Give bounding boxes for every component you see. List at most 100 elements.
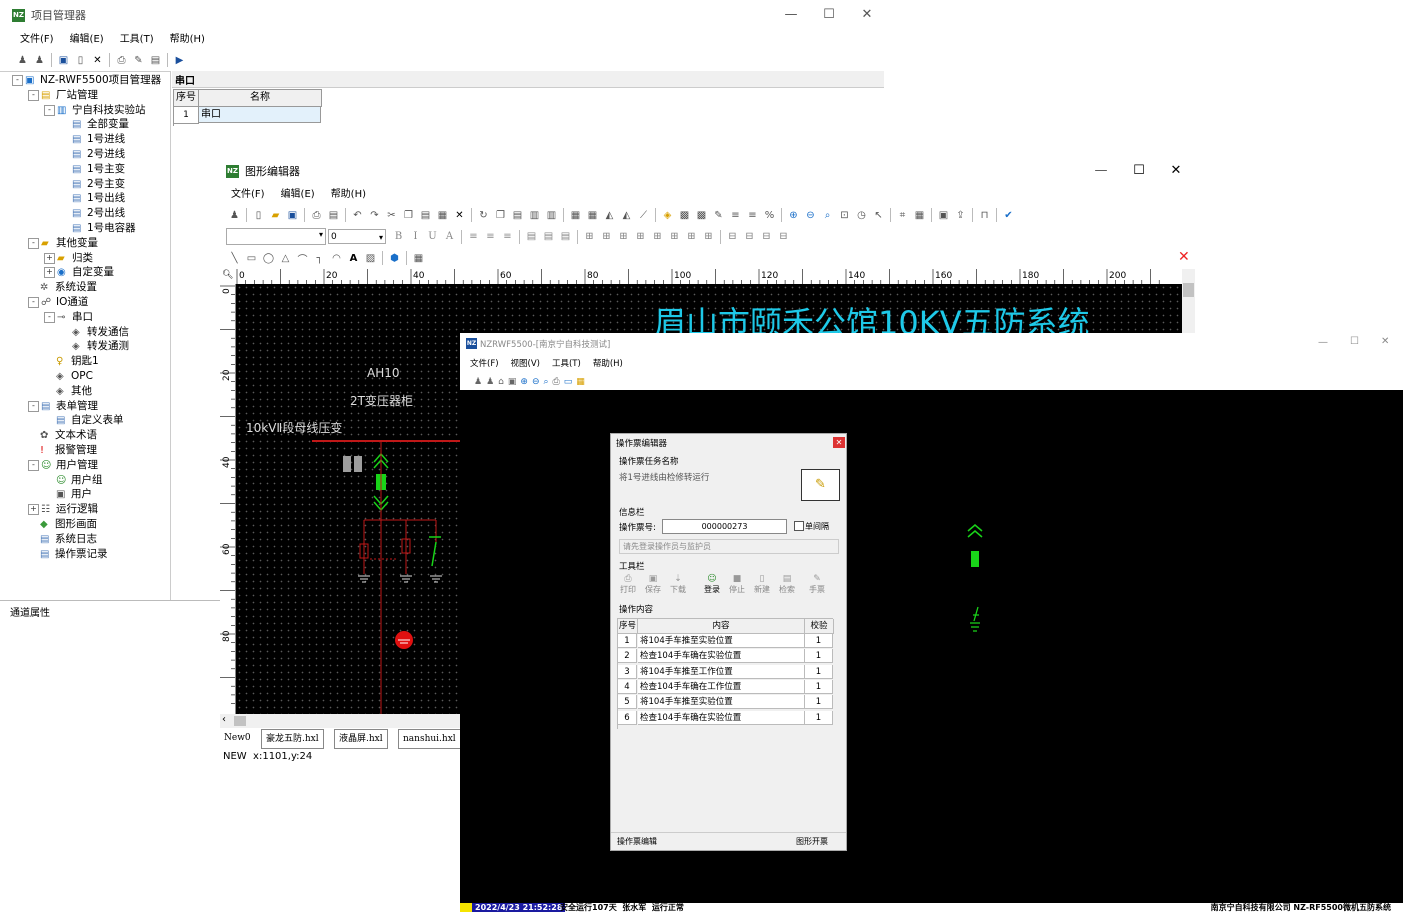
- font-color-icon[interactable]: A: [443, 230, 456, 243]
- tree-item[interactable]: - ▣ NZ-RWF5500项目管理器: [12, 73, 161, 88]
- minimize-button[interactable]: —: [1082, 157, 1120, 185]
- cut-icon[interactable]: ✂: [385, 209, 398, 222]
- color-icon[interactable]: ▩: [678, 209, 691, 222]
- tree-item[interactable]: ▣ 用户: [44, 487, 92, 502]
- tab-new0[interactable]: New0: [220, 729, 255, 747]
- tree-item[interactable]: ◆ 图形画面: [28, 517, 97, 532]
- close-button[interactable]: ✕: [1381, 336, 1389, 347]
- run-icon[interactable]: ▶: [173, 54, 186, 67]
- tree-item[interactable]: - ▤ 表单管理: [28, 399, 98, 414]
- table-cell[interactable]: 3: [618, 664, 637, 679]
- display-icon[interactable]: ▣: [508, 377, 517, 387]
- print-icon[interactable]: ⎙: [553, 377, 560, 387]
- menu-help[interactable]: 帮助(H): [323, 186, 374, 204]
- close-button[interactable]: ✕: [1157, 157, 1195, 185]
- collapse-icon[interactable]: -: [28, 297, 39, 308]
- zoom-fit-icon[interactable]: ⊡: [838, 209, 851, 222]
- group-icon[interactable]: ⊟: [760, 230, 773, 243]
- font-select[interactable]: ▾: [226, 228, 326, 245]
- menu-file[interactable]: 文件(F): [223, 186, 273, 204]
- table-cell[interactable]: 1: [805, 710, 833, 725]
- tree-item[interactable]: - ☍ IO通道: [28, 295, 88, 310]
- new-file-icon[interactable]: ▯: [74, 54, 87, 67]
- distribute-icon[interactable]: ⊞: [583, 230, 596, 243]
- footer-right[interactable]: 图形开票: [796, 836, 828, 847]
- menu-edit[interactable]: 编辑(E): [273, 186, 323, 204]
- search-icon[interactable]: ⌕: [821, 209, 834, 222]
- tree-item[interactable]: - ☺ 用户管理: [28, 458, 98, 473]
- align-icon[interactable]: ▦: [569, 209, 582, 222]
- tree-item[interactable]: ! 报警管理: [28, 443, 97, 458]
- layout-icon[interactable]: ▤: [559, 230, 572, 243]
- table-cell[interactable]: 将104手车推至工作位置: [638, 664, 805, 679]
- group-icon[interactable]: ⊟: [743, 230, 756, 243]
- underline-icon[interactable]: U: [426, 230, 439, 243]
- user-icon[interactable]: ♟: [228, 209, 241, 222]
- align-center-icon[interactable]: ≡: [484, 230, 497, 243]
- minimize-button[interactable]: —: [772, 0, 810, 30]
- tree-item[interactable]: + ▰ 归类: [44, 251, 93, 266]
- collapse-icon[interactable]: -: [44, 104, 55, 116]
- tree-item[interactable]: ♀ 钥匙1: [44, 354, 99, 369]
- collapse-icon[interactable]: -: [28, 237, 39, 249]
- collapse-icon[interactable]: -: [28, 459, 39, 471]
- tree-item[interactable]: ◈ 其他: [44, 384, 92, 399]
- pointer-icon[interactable]: ↖: [872, 209, 885, 222]
- close-button[interactable]: ✕: [848, 0, 884, 30]
- tool-login-button[interactable]: ☺ 登录: [701, 574, 723, 595]
- line-style-icon[interactable]: ≡: [729, 209, 742, 222]
- redo-icon[interactable]: ↷: [368, 209, 381, 222]
- edit-task-button[interactable]: ✎: [801, 469, 840, 501]
- tree-item[interactable]: ▤ 2号主变: [60, 177, 125, 192]
- distribute-icon[interactable]: ⊞: [617, 230, 630, 243]
- export-icon[interactable]: ⇪: [954, 209, 967, 222]
- color-icon[interactable]: ▩: [695, 209, 708, 222]
- component-tool-icon[interactable]: ⬢: [388, 252, 401, 265]
- zoom-in-icon[interactable]: ⊕: [520, 377, 528, 387]
- tool-manual-button[interactable]: ✎ 手票: [806, 574, 828, 595]
- collapse-icon[interactable]: -: [12, 75, 23, 86]
- tree-item[interactable]: + ☷ 运行逻辑: [28, 502, 98, 517]
- table-cell[interactable]: 1: [805, 649, 833, 664]
- tree-item[interactable]: ☺ 用户组: [44, 473, 103, 488]
- user-switch-icon[interactable]: ♟: [33, 54, 46, 67]
- table-cell[interactable]: 1: [805, 664, 833, 679]
- bold-icon[interactable]: B: [392, 230, 405, 243]
- delete-icon[interactable]: ✕: [91, 54, 104, 67]
- property-icon[interactable]: ▣: [937, 209, 950, 222]
- tree-item[interactable]: ▤ 1号主变: [60, 162, 125, 177]
- flip-icon[interactable]: ◭: [620, 209, 633, 222]
- save-icon[interactable]: ▣: [286, 209, 299, 222]
- table-cell[interactable]: 将104手车推至实验位置: [638, 634, 805, 648]
- tree-item[interactable]: ▤ 1号电容器: [60, 221, 136, 236]
- menu-edit[interactable]: 编辑(E): [62, 31, 112, 49]
- close-drawing-icon[interactable]: ✕: [1178, 249, 1190, 265]
- expand-icon[interactable]: +: [28, 504, 39, 516]
- close-icon[interactable]: ✕: [833, 437, 845, 448]
- home-icon[interactable]: ⌂: [498, 377, 504, 387]
- scrollbar-horizontal[interactable]: ‹: [220, 714, 460, 728]
- tool-download-button[interactable]: ⇣ 下载: [667, 574, 689, 595]
- image-tool-icon[interactable]: ▨: [364, 252, 377, 265]
- polyline-tool-icon[interactable]: ┐: [313, 252, 326, 265]
- tree-item[interactable]: ▤ 1号出线: [60, 191, 125, 206]
- group-icon[interactable]: ⊟: [777, 230, 790, 243]
- tree-item[interactable]: ▤ 自定义表单: [44, 413, 124, 428]
- user-switch-icon[interactable]: ♟: [486, 377, 494, 387]
- table-cell[interactable]: 4: [618, 679, 637, 694]
- new-file-icon[interactable]: ▯: [252, 209, 265, 222]
- expand-icon[interactable]: +: [44, 252, 55, 264]
- tree-item[interactable]: ✲ 系统设置: [28, 280, 97, 295]
- tree-item[interactable]: - ▤ 厂站管理: [28, 88, 98, 103]
- collapse-icon[interactable]: -: [44, 311, 55, 323]
- layer-icon[interactable]: ▥: [528, 209, 541, 222]
- align-right-icon[interactable]: ≡: [501, 230, 514, 243]
- tree-item[interactable]: - ▥ 宁自科技实验站: [44, 103, 146, 118]
- palette-icon[interactable]: ▦: [576, 377, 585, 387]
- percent-icon[interactable]: %: [763, 209, 776, 222]
- refresh-icon[interactable]: ◷: [855, 209, 868, 222]
- italic-icon[interactable]: I: [409, 230, 422, 243]
- lock-icon[interactable]: ⊓: [978, 209, 991, 222]
- user-icon[interactable]: ♟: [16, 54, 29, 67]
- print-icon[interactable]: ⎙: [115, 54, 128, 67]
